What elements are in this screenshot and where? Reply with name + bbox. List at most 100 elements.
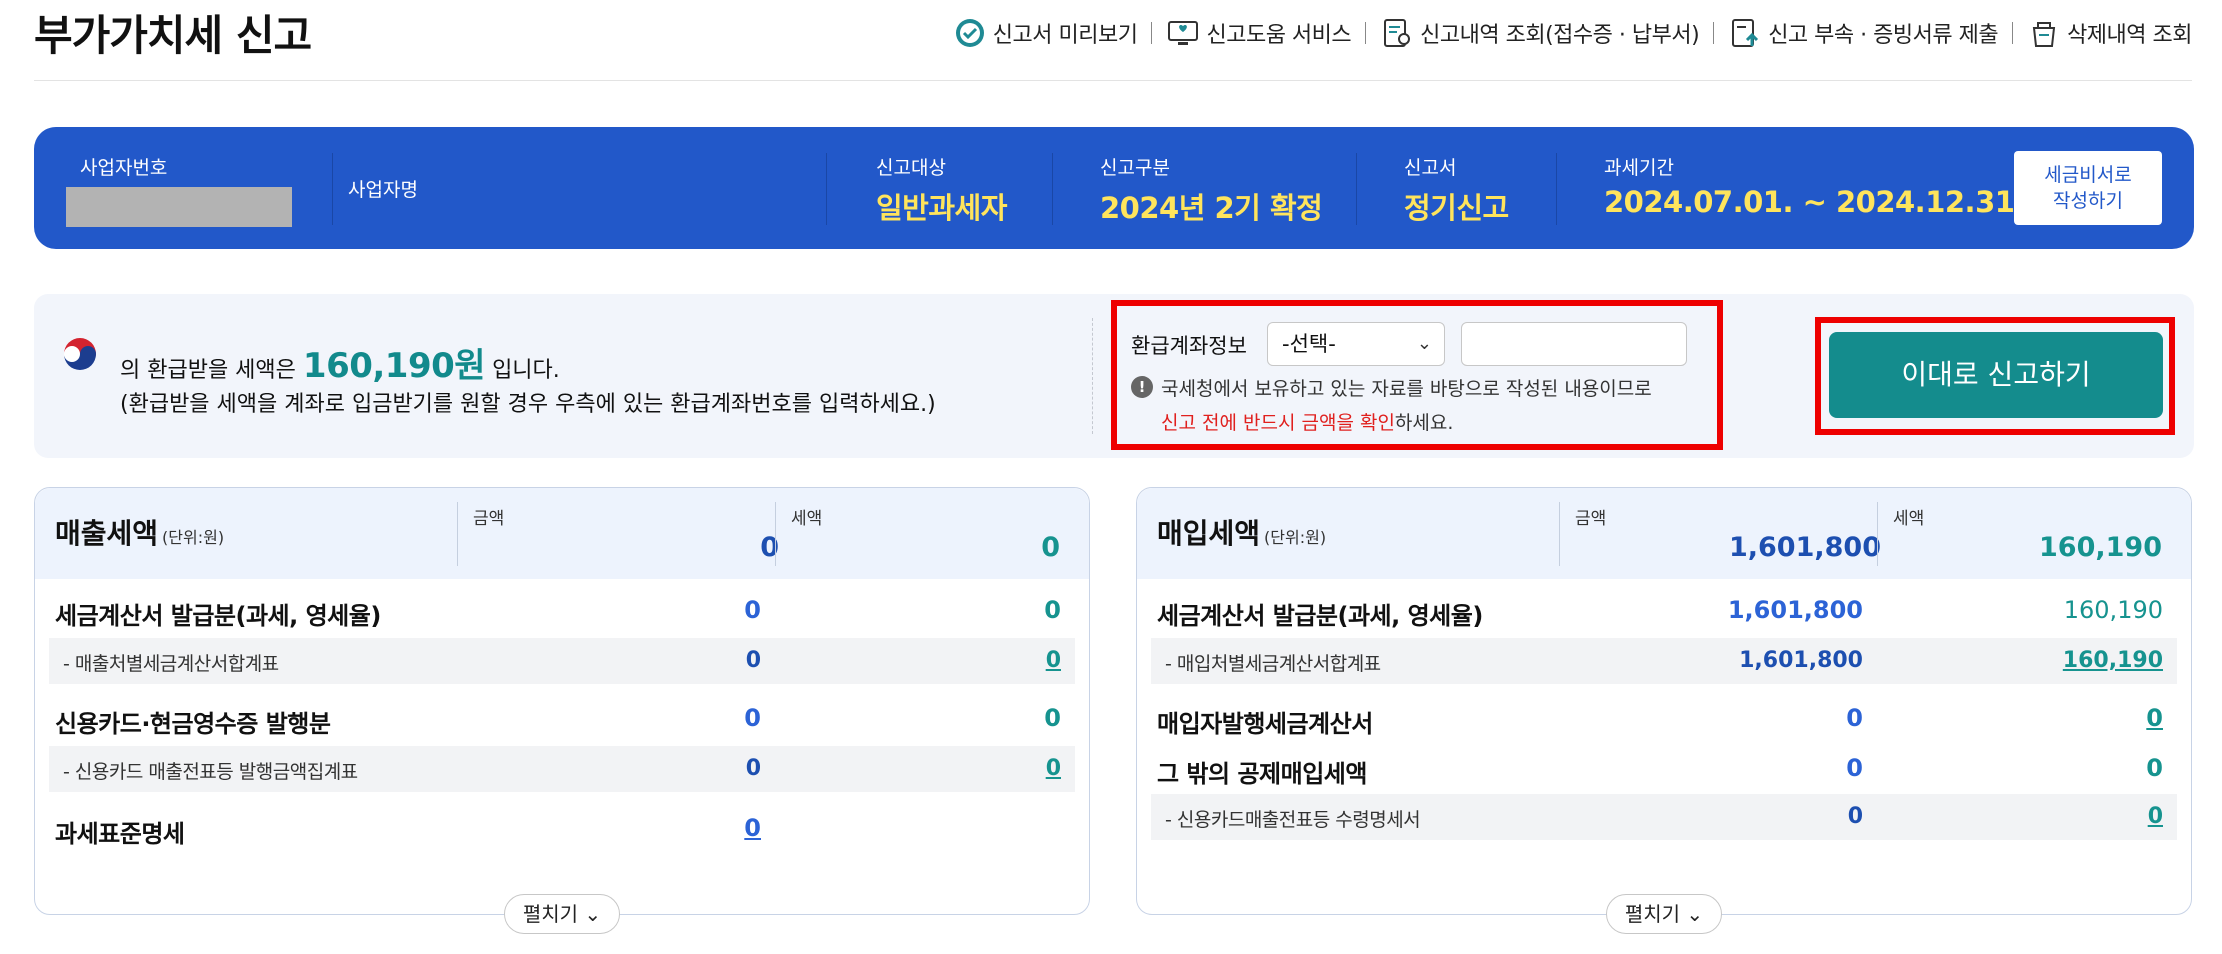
row-label: 매입자발행세금계산서: [1157, 710, 1373, 738]
purchase-amount-col: 금액 1,601,800: [1559, 488, 1885, 579]
expand-label: 펼치기: [522, 902, 579, 926]
row-tax-link[interactable]: 0: [2146, 704, 2163, 732]
account-number-input[interactable]: [1461, 322, 1687, 366]
tax-secretary-button-line1: 세금비서로: [2044, 164, 2132, 186]
info-divider: [1052, 153, 1053, 225]
purchase-tax-title-text: 매입세액: [1157, 517, 1261, 550]
notice-tail: 하세요.: [1394, 412, 1454, 434]
submit-highlight: 이대로 신고하기: [1815, 317, 2175, 435]
sales-expand-button[interactable]: 펼치기 ⌄: [504, 894, 620, 934]
filing-target-label: 신고대상: [876, 157, 946, 179]
info-divider: [1556, 153, 1557, 225]
purchase-tax-panel: 매입세액 (단위:원) 금액 1,601,800 세액 160,190 세금계산서…: [1136, 487, 2192, 934]
document-search-icon: [1384, 19, 1411, 47]
deleted-history-link-label: 삭제내역 조회: [2067, 23, 2192, 48]
purchase-amount-label: 금액: [1575, 509, 1607, 529]
help-service-link[interactable]: 신고도움 서비스: [1166, 16, 1352, 50]
refund-account-label: 환급계좌정보: [1131, 334, 1247, 358]
sales-tax-title: 매출세액 (단위:원): [55, 512, 224, 552]
monitor-heart-icon: [1168, 21, 1199, 45]
row-label: 과세표준명세: [55, 820, 185, 848]
table-row: 매입자발행세금계산서 0 0: [1151, 696, 2177, 742]
row-tax: 0: [1044, 596, 1061, 624]
row-amount: 0: [1846, 704, 1863, 732]
history-link-label: 신고내역 조회(접수증 · 납부서): [1420, 23, 1700, 48]
chevron-down-icon: ⌄: [1686, 902, 1704, 926]
refund-suffix: 입니다.: [492, 358, 560, 383]
row-label: - 매출처별세금계산서합계표: [63, 653, 279, 675]
refund-amount-text: 의 환급받을 세액은 160,190원 입니다.: [120, 338, 560, 387]
table-row: 세금계산서 발급분(과세, 영세율) 1,601,800 160,190: [1151, 588, 2177, 634]
business-name-label: 사업자명: [348, 179, 418, 201]
row-label: 그 밖의 공제매입세액: [1157, 760, 1367, 788]
deleted-history-link[interactable]: 삭제내역 조회: [2027, 16, 2192, 50]
row-amount: 0: [745, 648, 761, 673]
refund-prefix: 의 환급받을 세액은: [120, 358, 296, 383]
row-amount: 0: [1847, 804, 1863, 829]
row-label: 세금계산서 발급분(과세, 영세율): [55, 602, 381, 630]
info-icon: !: [1131, 376, 1153, 398]
form-label: 신고서: [1404, 157, 1457, 179]
row-label: - 신용카드 매출전표등 발행금액집계표: [63, 761, 358, 783]
row-tax-link[interactable]: 160,190: [2063, 648, 2163, 673]
purchase-tax-col: 세액 160,190: [1877, 488, 2162, 579]
tax-secretary-button-line2: 작성하기: [2053, 190, 2123, 212]
purchase-unit: (단위:원): [1264, 528, 1327, 547]
row-amount: 0: [1846, 754, 1863, 782]
purchase-tax-label: 세액: [1893, 509, 1925, 529]
table-subrow: - 매입처별세금계산서합계표 1,601,800 160,190: [1151, 638, 2177, 684]
notice-warning: 신고 전에 반드시 금액을 확인: [1161, 412, 1395, 434]
document-upload-icon: [1732, 19, 1759, 47]
business-number-masked: [66, 187, 292, 227]
table-row: 그 밖의 공제매입세액 0 0: [1151, 746, 2177, 792]
bank-select-value: -선택-: [1282, 332, 1336, 356]
link-divider: [1151, 22, 1153, 44]
info-divider: [1356, 153, 1357, 225]
attachments-link[interactable]: 신고 부속 · 증빙서류 제출: [1728, 16, 1999, 50]
tax-secretary-button[interactable]: 세금비서로 작성하기: [2014, 151, 2162, 225]
purchase-total-tax: 160,190: [2039, 532, 2162, 563]
table-subrow: - 매출처별세금계산서합계표 0 0: [49, 638, 1075, 684]
dotted-divider: [1092, 318, 1093, 434]
row-tax-link[interactable]: 0: [1046, 648, 1061, 673]
notice-text-line2: 신고 전에 반드시 금액을 확인하세요.: [1161, 408, 1453, 435]
purchase-tax-header: 매입세액 (단위:원) 금액 1,601,800 세액 160,190: [1137, 488, 2191, 579]
sales-amount-col: 금액 0: [457, 488, 783, 579]
bank-select[interactable]: -선택- ⌄: [1267, 322, 1445, 366]
taegeuk-logo-icon: [64, 338, 96, 370]
help-service-link-label: 신고도움 서비스: [1206, 23, 1352, 48]
submit-filing-button[interactable]: 이대로 신고하기: [1829, 332, 2163, 418]
table-row: 과세표준명세 0: [49, 806, 1075, 852]
link-divider: [1365, 22, 1367, 44]
row-amount: 0: [744, 596, 761, 624]
history-link[interactable]: 신고내역 조회(접수증 · 납부서): [1380, 16, 1700, 50]
row-amount-link[interactable]: 0: [744, 814, 761, 842]
row-label: 신용카드·현금영수증 발행분: [55, 710, 331, 738]
expand-label: 펼치기: [1624, 902, 1681, 926]
table-row: 세금계산서 발급분(과세, 영세율) 0 0: [49, 588, 1075, 634]
preview-link-label: 신고서 미리보기: [992, 23, 1138, 48]
preview-link[interactable]: 신고서 미리보기: [953, 16, 1138, 50]
refund-account-highlight: 환급계좌정보 -선택- ⌄ ! 국세청에서 보유하고 있는 자료를 바탕으로 작…: [1111, 300, 1723, 450]
sales-tax-panel: 매출세액 (단위:원) 금액 0 세액 0 세금계산서 발급분(과세, 영세율) …: [34, 487, 1090, 934]
business-number-label: 사업자번호: [80, 157, 168, 179]
filing-info-bar: 사업자번호 사업자명 신고대상 일반과세자 신고구분 2024년 2기 확정 신…: [34, 127, 2194, 249]
page-title: 부가가치세 신고: [34, 11, 312, 60]
row-tax: 0: [2146, 754, 2163, 782]
header-divider: [34, 80, 2192, 81]
row-tax-link[interactable]: 0: [2148, 804, 2163, 829]
trash-basket-icon: [2032, 22, 2056, 47]
row-tax-link[interactable]: 0: [1046, 756, 1061, 781]
info-divider: [332, 153, 333, 225]
sales-tax-title-text: 매출세액: [55, 517, 159, 550]
row-label: 세금계산서 발급분(과세, 영세율): [1157, 602, 1483, 630]
row-amount: 1,601,800: [1739, 648, 1863, 673]
refund-instruction: (환급받을 세액을 계좌로 입금받기를 원할 경우 우측에 있는 환급계좌번호를…: [120, 392, 936, 417]
purchase-expand-button[interactable]: 펼치기 ⌄: [1606, 894, 1722, 934]
row-amount: 0: [744, 704, 761, 732]
top-links: 신고서 미리보기 신고도움 서비스 신고내역 조회(접수증 · 납부서) 신고 …: [953, 16, 2192, 50]
row-label: - 신용카드매출전표등 수령명세서: [1165, 809, 1421, 831]
row-tax: 160,190: [2063, 596, 2163, 624]
sales-total-tax: 0: [1041, 532, 1060, 563]
tax-period-value: 2024.07.01. ~ 2024.12.31.: [1604, 185, 2025, 219]
